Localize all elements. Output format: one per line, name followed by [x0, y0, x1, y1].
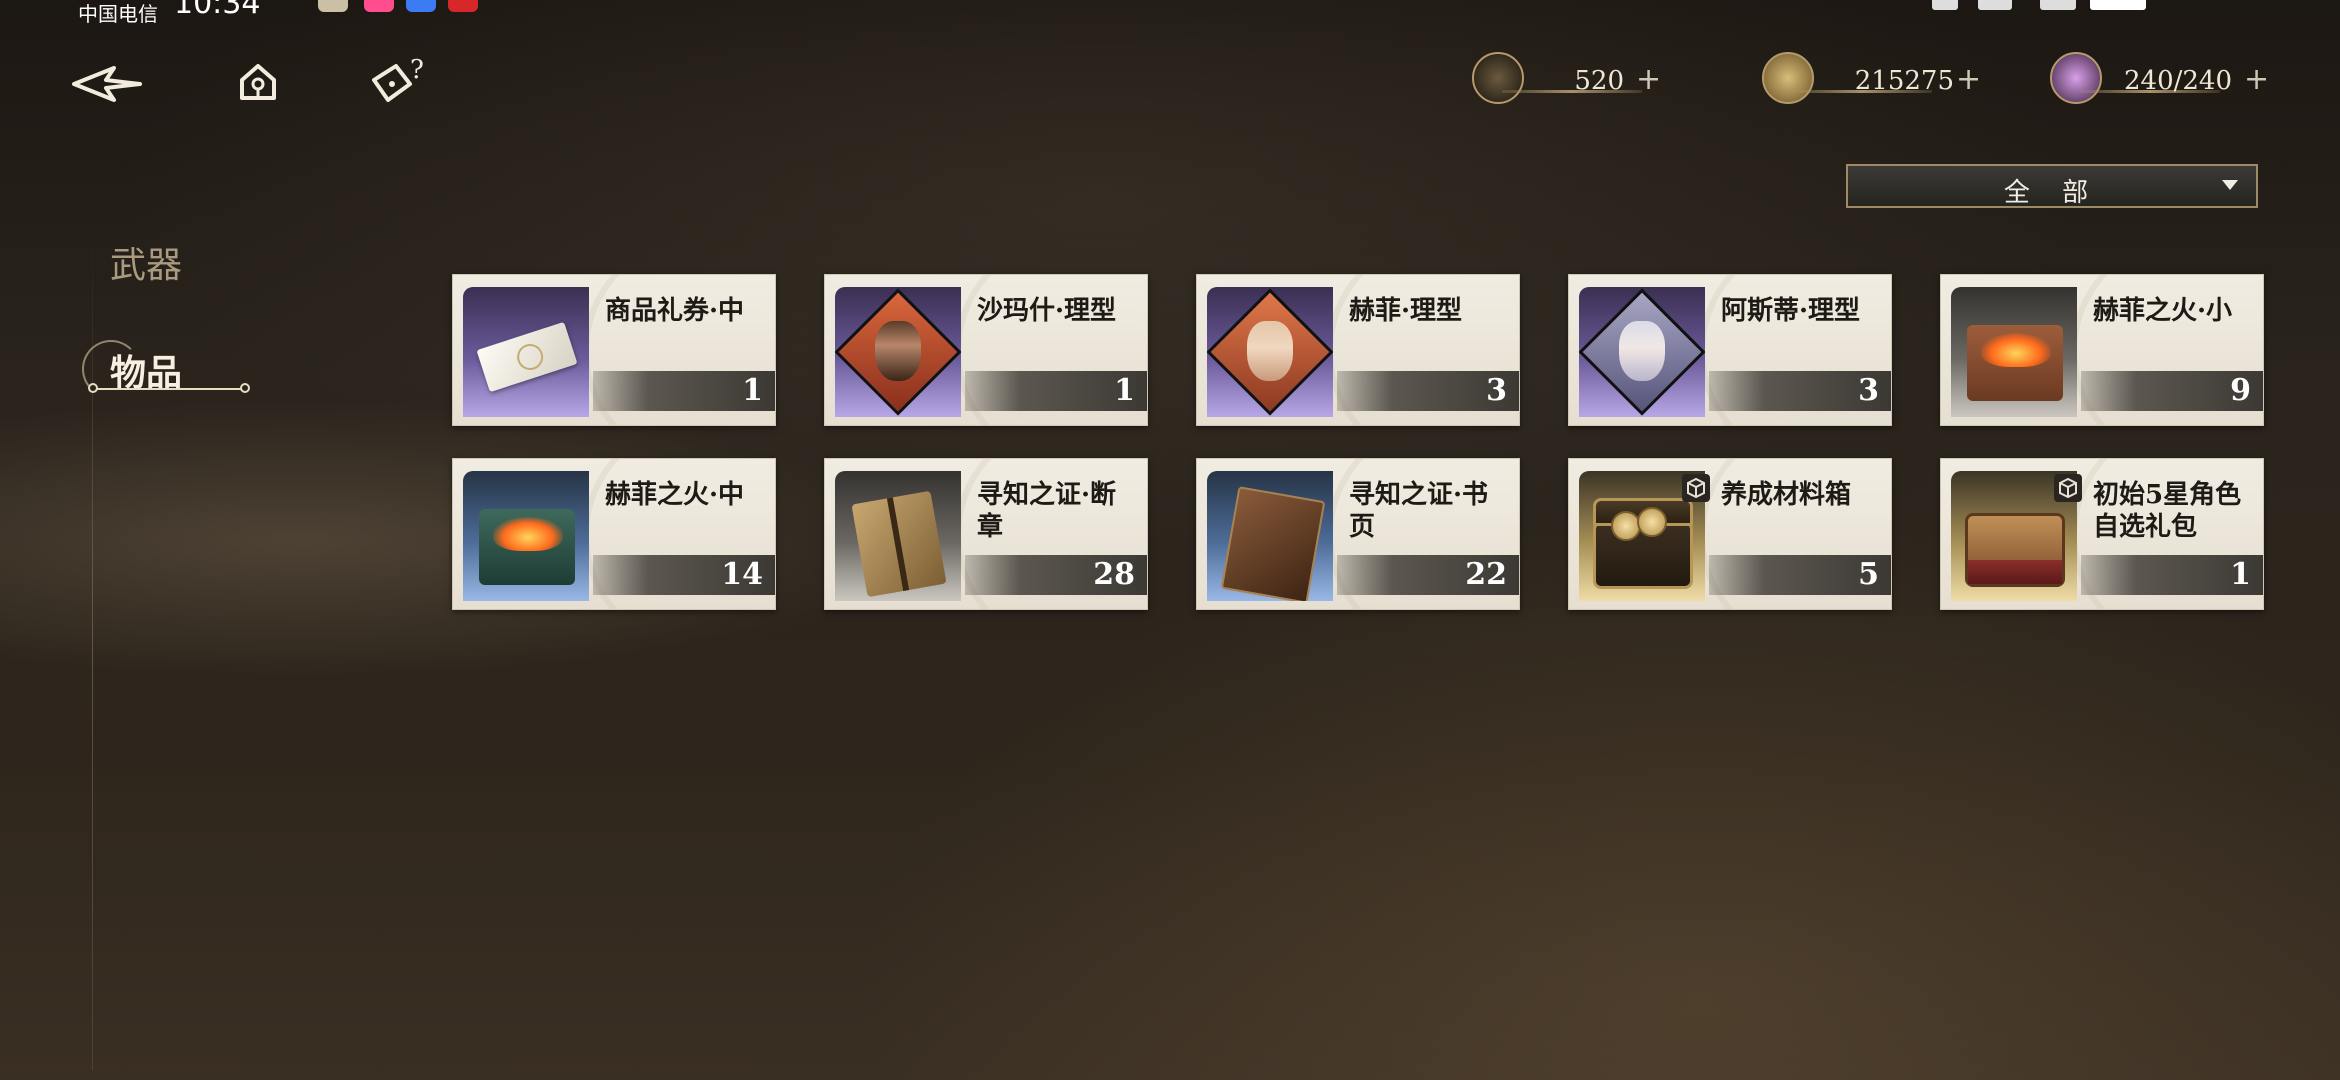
clock: 10:34 [174, 0, 261, 21]
suitcase-icon [1965, 513, 2065, 587]
item-thumbnail [1951, 287, 2077, 417]
currency-gold: 215275 + [1762, 52, 1981, 104]
item-count: 1 [742, 373, 763, 408]
item-count: 5 [1858, 557, 1879, 592]
item-thumbnail [1207, 471, 1333, 601]
parchment-icon [851, 490, 947, 598]
item-thumbnail [463, 287, 589, 417]
item-count: 1 [2230, 557, 2251, 592]
selected-indicator-dot [240, 383, 250, 393]
item-name: 寻知之证·断章 [977, 480, 1117, 542]
item-card[interactable]: 赫菲之火·小 9 [1940, 274, 2264, 426]
item-count: 9 [2230, 373, 2251, 408]
character-portrait-icon [1247, 321, 1293, 381]
item-count-bar: 9 [2081, 371, 2263, 411]
selected-indicator-dot [88, 383, 98, 393]
item-count: 1 [1114, 373, 1135, 408]
category-filter-dropdown[interactable]: 全 部 [1846, 164, 2258, 208]
item-count-bar: 1 [965, 371, 1147, 411]
notification-app-icon [448, 0, 478, 12]
quill-currency-icon [1472, 52, 1524, 104]
book-icon [1220, 486, 1326, 601]
notification-app-icon [364, 0, 394, 12]
back-arrow-icon[interactable] [70, 62, 142, 110]
item-name: 寻知之证·书页 [1349, 480, 1489, 542]
brazier-icon [479, 509, 575, 585]
item-count: 3 [1486, 373, 1507, 408]
item-name: 沙玛什·理型 [977, 296, 1117, 326]
item-card[interactable]: 寻知之证·书页 22 [1196, 458, 1520, 610]
coin-icon [1611, 511, 1641, 541]
add-currency-button[interactable]: + [1956, 62, 1981, 97]
currency-stamina: 240/240 + [2050, 52, 2269, 104]
battery-icon [2090, 0, 2146, 10]
currency-value: 520 [1574, 66, 1624, 96]
item-name: 商品礼券·中 [605, 296, 745, 326]
voucher-icon [476, 321, 578, 393]
coin-icon [1637, 507, 1667, 537]
item-count: 14 [721, 557, 763, 592]
item-thumbnail [463, 471, 589, 601]
help-icon[interactable]: ? [368, 55, 432, 112]
character-portrait-icon [875, 321, 921, 381]
item-card[interactable]: 寻知之证·断章 28 [824, 458, 1148, 610]
character-portrait-icon [1619, 321, 1665, 381]
item-name: 赫菲之火·中 [605, 480, 745, 510]
item-thumbnail [835, 471, 961, 601]
item-count-bar: 22 [1337, 555, 1519, 595]
item-count-bar: 3 [1337, 371, 1519, 411]
selected-indicator-line [96, 388, 248, 390]
currency-quill: 520 + [1472, 52, 1682, 104]
item-card[interactable]: 养成材料箱 5 [1568, 458, 1892, 610]
notification-app-icon [318, 0, 348, 12]
currency-value: 240/240 [2123, 66, 2232, 96]
gold-coin-icon [1762, 52, 1814, 104]
item-card[interactable]: 赫菲之火·中 14 [452, 458, 776, 610]
openable-box-icon [2054, 474, 2082, 502]
item-thumbnail [1579, 287, 1705, 417]
filter-selected-label: 全 部 [2003, 178, 2101, 208]
wifi-icon [1932, 0, 1958, 10]
item-count: 3 [1858, 373, 1879, 408]
item-name: 赫菲之火·小 [2093, 296, 2233, 326]
item-card[interactable]: 阿斯蒂·理型 3 [1568, 274, 1892, 426]
notification-app-icon [406, 0, 436, 12]
item-thumbnail [835, 287, 961, 417]
item-card[interactable]: 赫菲·理型 3 [1196, 274, 1520, 426]
item-count: 22 [1465, 557, 1507, 592]
item-count-bar: 14 [593, 555, 775, 595]
svg-text:?: ? [410, 56, 424, 85]
brazier-icon [1967, 325, 2063, 401]
add-currency-button[interactable]: + [2244, 62, 2269, 97]
flame-icon [493, 517, 563, 551]
status-bar: 中国电信 10:34 [0, 0, 2340, 26]
item-count-bar: 28 [965, 555, 1147, 595]
item-card[interactable]: 商品礼券·中 1 [452, 274, 776, 426]
add-currency-button[interactable]: + [1636, 62, 1661, 97]
carrier-label: 中国电信 [78, 2, 158, 26]
signal-icon [2040, 0, 2076, 10]
home-icon[interactable] [236, 60, 280, 108]
chevron-down-icon [2222, 180, 2238, 190]
item-count-bar: 3 [1709, 371, 1891, 411]
openable-box-icon [1682, 474, 1710, 502]
item-count-bar: 5 [1709, 555, 1891, 595]
item-card[interactable]: 初始5星角色自选礼包 1 [1940, 458, 2264, 610]
item-name: 养成材料箱 [1721, 480, 1852, 510]
item-thumbnail [1207, 287, 1333, 417]
item-name: 阿斯蒂·理型 [1721, 296, 1861, 326]
flame-icon [1981, 333, 2051, 367]
item-card[interactable]: 沙玛什·理型 1 [824, 274, 1148, 426]
item-count: 28 [1093, 557, 1135, 592]
item-name: 赫菲·理型 [1349, 296, 1463, 326]
item-name: 初始5星角色自选礼包 [2093, 480, 2242, 542]
currency-value: 215275 [1854, 66, 1954, 96]
item-count-bar: 1 [2081, 555, 2263, 595]
item-count-bar: 1 [593, 371, 775, 411]
signal-icon [1978, 0, 2012, 10]
lantern-stamina-icon [2050, 52, 2102, 104]
sidebar-item-weapons[interactable]: 武器 [110, 236, 182, 288]
